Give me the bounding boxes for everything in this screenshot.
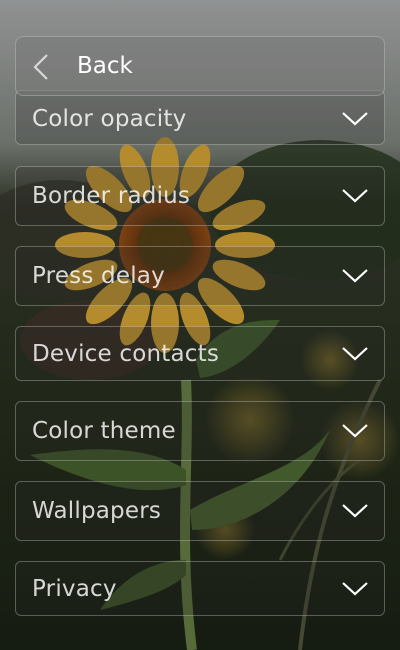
menu-item-label: Press delay: [32, 263, 165, 289]
back-button-label[interactable]: Back: [77, 53, 133, 79]
menu-item-wallpapers[interactable]: Wallpapers: [15, 481, 385, 541]
menu-item-border-radius[interactable]: Border radius: [15, 166, 385, 226]
menu-item-label: Color opacity: [32, 106, 187, 132]
app-header: Back: [15, 36, 385, 96]
chevron-down-icon: [340, 110, 370, 128]
menu-item-device-contacts[interactable]: Device contacts: [15, 326, 385, 381]
menu-item-color-theme[interactable]: Color theme: [15, 401, 385, 461]
menu-item-press-delay[interactable]: Press delay: [15, 246, 385, 306]
chevron-down-icon: [340, 502, 370, 520]
menu-item-label: Privacy: [32, 575, 117, 602]
menu-item-privacy[interactable]: Privacy: [15, 561, 385, 616]
menu-item-label: Device contacts: [32, 340, 220, 367]
menu-item-label: Color theme: [32, 418, 176, 444]
menu-item-label: Border radius: [32, 183, 191, 209]
chevron-down-icon: [340, 345, 370, 363]
chevron-down-icon: [340, 422, 370, 440]
chevron-down-icon: [340, 187, 370, 205]
menu-item-label: Wallpapers: [32, 498, 162, 524]
chevron-left-icon[interactable]: [32, 53, 50, 81]
chevron-down-icon: [340, 267, 370, 285]
menu-item-color-opacity[interactable]: Color opacity: [15, 90, 385, 145]
chevron-down-icon: [340, 580, 370, 598]
